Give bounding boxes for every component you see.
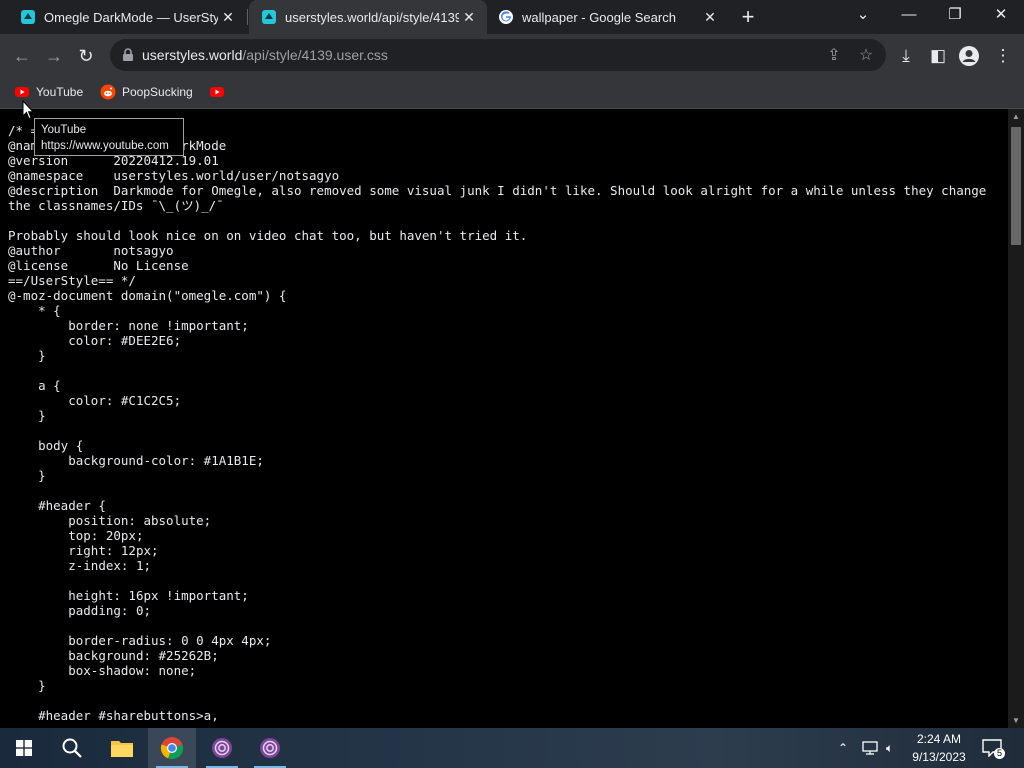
windows-taskbar: ⌃ 🔈︎ 2:24 AM 9/13/2023 5 [0,728,1024,768]
search-button[interactable] [48,728,96,768]
tab-title: wallpaper - Google Search [522,9,676,25]
notification-center-button[interactable]: 5 [982,728,1006,768]
url-path: /api/style/4139.user.css [242,47,388,63]
scroll-up-arrow-icon[interactable]: ▲ [1008,109,1024,125]
show-hidden-icons-chevron[interactable]: ⌃ [838,728,854,768]
userstyles-icon [21,10,35,24]
folder-icon [111,741,133,757]
forward-button[interactable]: → [40,42,68,70]
google-icon [499,10,513,24]
page-scrollbar[interactable]: ▲ ▼ [1008,109,1024,729]
menu-kebab-icon[interactable]: ⋮ [992,45,1014,67]
clock-time: 2:24 AM [916,732,962,746]
chrome-taskbar-button[interactable] [148,728,196,768]
page-content: /* ==UserStyle== @name Omegle DarkMode @… [0,109,1008,729]
system-clock[interactable]: 2:24 AM 9/13/2023 [908,730,970,766]
clock-date: 9/13/2023 [912,750,966,764]
new-tab-button[interactable]: + [738,5,758,29]
network-icon[interactable] [862,728,880,768]
url-text: userstyles.world/api/style/4139.user.css [142,47,388,63]
mouse-cursor-icon [22,100,34,120]
file-explorer-button[interactable] [98,728,146,768]
bookmark-label: YouTube [36,85,84,99]
tooltip-url: https://www.youtube.com [41,140,169,152]
bookmark-tooltip: YouTube https://www.youtube.com [34,118,184,156]
start-button[interactable] [0,728,48,768]
tor-icon [212,738,232,758]
bookmark-label: PoopSucking [122,85,193,99]
youtube-icon [15,87,29,97]
css-source-text: /* ==UserStyle== @name Omegle DarkMode @… [8,123,987,723]
close-tab-icon[interactable]: ✕ [218,9,238,26]
address-bar[interactable]: userstyles.world/api/style/4139.user.css… [110,39,886,71]
tor-icon [260,738,280,758]
close-window-button[interactable]: ✕ [978,0,1024,30]
tor-browser-button[interactable] [198,728,246,768]
restore-button[interactable]: ❐ [932,0,978,30]
reddit-icon [100,84,116,100]
tab-title: userstyles.world/api/style/4139.user.css [285,9,459,25]
tab-title: Omegle DarkMode — UserStyles.world [44,9,218,25]
scrollbar-thumb[interactable] [1011,127,1021,245]
tab-user-css[interactable]: userstyles.world/api/style/4139.user.css… [249,0,487,34]
tab-omegle-darkmode[interactable]: Omegle DarkMode — UserStyles.world ✕ [0,0,246,34]
bookmarks-bar: YouTube PoopSucking [0,76,1024,109]
url-host: userstyles.world [142,47,243,63]
bookmark-youtube-2[interactable] [209,82,231,102]
tooltip-title: YouTube [41,124,87,136]
bookmark-star-icon[interactable]: ☆ [856,46,876,66]
tab-google-search[interactable]: wallpaper - Google Search ✕ [488,0,728,34]
close-tab-icon[interactable]: ✕ [459,9,479,26]
tab-separator [247,9,248,25]
tor-browser-button-2[interactable] [246,728,294,768]
youtube-icon [210,87,224,97]
browser-toolbar: ← → ↻ userstyles.world/api/style/4139.us… [0,34,1024,76]
back-button[interactable]: ← [8,42,36,70]
chrome-icon [160,737,184,760]
search-icon [62,738,82,758]
close-tab-icon[interactable]: ✕ [700,9,720,26]
notification-count-badge: 5 [994,748,1006,759]
bookmark-poopsucking[interactable]: PoopSucking [100,82,193,102]
minimize-button[interactable]: — [886,0,932,30]
windows-logo-icon [16,740,32,756]
share-icon[interactable]: ⇪ [824,46,844,66]
tab-search-chevron-icon[interactable]: ⌄ [840,0,886,30]
downloads-icon[interactable]: ⤓ [895,45,917,67]
lock-icon [123,48,133,61]
userstyles-icon [262,10,276,24]
tab-strip: Omegle DarkMode — UserStyles.world ✕ use… [0,0,1024,34]
side-panel-icon[interactable]: ◧ [927,45,949,67]
volume-icon[interactable]: 🔈︎ [886,728,904,768]
profile-avatar-icon[interactable] [958,45,980,67]
bookmark-youtube[interactable]: YouTube [14,82,83,102]
reload-button[interactable]: ↻ [72,42,100,70]
scroll-down-arrow-icon[interactable]: ▼ [1008,713,1024,729]
